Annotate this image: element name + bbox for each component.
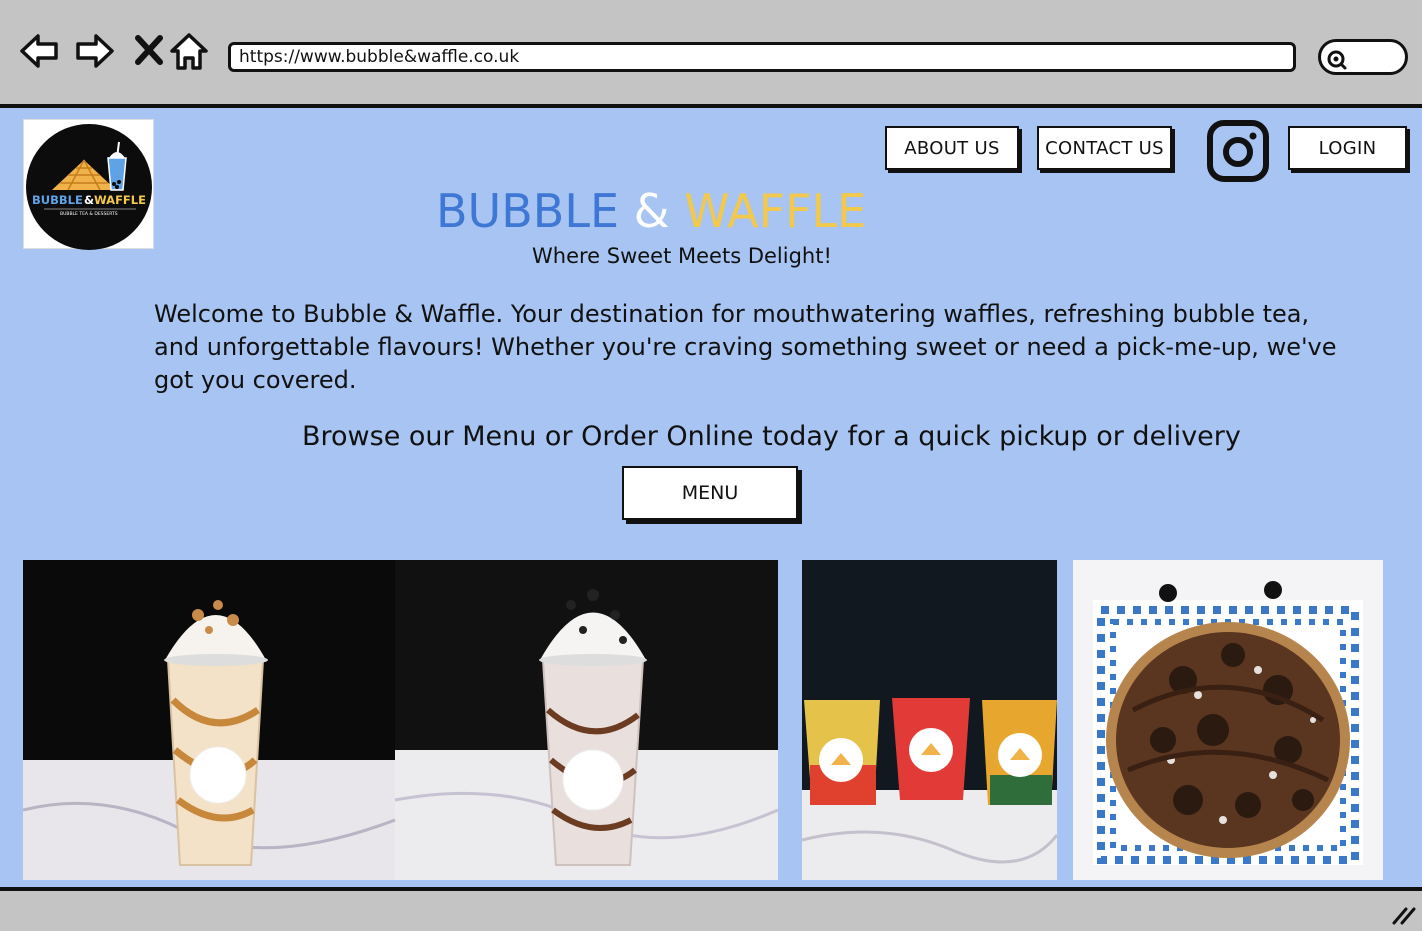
logo[interactable]: BUBBLE & WAFFLE BUBBLE TEA & DESSERTS [23, 119, 154, 250]
waffle-photo [1073, 560, 1383, 880]
instagram-icon[interactable] [1206, 119, 1270, 183]
browser-chrome: https://www.bubble&waffle.co.uk [0, 0, 1422, 104]
welcome-text: Welcome to Bubble & Waffle. Your destina… [154, 300, 1337, 394]
page-title: BUBBLE & WAFFLE [436, 184, 866, 238]
brand-ampersand: & [633, 184, 670, 238]
about-us-button[interactable]: ABOUT US [885, 126, 1019, 170]
close-icon[interactable] [128, 30, 170, 72]
browser-status-bar [0, 891, 1422, 931]
back-arrow-icon[interactable] [18, 30, 60, 72]
svg-text:BUBBLE TEA & DESSERTS: BUBBLE TEA & DESSERTS [60, 211, 118, 217]
svg-text:WAFFLE: WAFFLE [94, 193, 146, 207]
brand-part-waffle: WAFFLE [684, 184, 867, 238]
search-icon [1327, 50, 1347, 70]
brand-part-bubble: BUBBLE [436, 184, 620, 238]
menu-button[interactable]: MENU [622, 466, 798, 520]
forward-arrow-icon[interactable] [74, 30, 116, 72]
login-button[interactable]: LOGIN [1288, 126, 1407, 170]
home-icon[interactable] [168, 30, 210, 72]
bubble-waffle-logo: BUBBLE & WAFFLE BUBBLE TEA & DESSERTS [26, 124, 152, 250]
svg-text:BUBBLE: BUBBLE [32, 193, 83, 207]
svg-text:&: & [84, 193, 94, 207]
resize-handle-icon[interactable] [1390, 905, 1416, 925]
milkshakes-photo [23, 560, 778, 880]
url-bar[interactable]: https://www.bubble&waffle.co.uk [228, 42, 1296, 72]
url-text: https://www.bubble&waffle.co.uk [239, 47, 520, 67]
tagline: Where Sweet Meets Delight! [532, 244, 832, 268]
contact-us-button[interactable]: CONTACT US [1037, 126, 1172, 170]
search-box[interactable] [1318, 39, 1408, 75]
browse-text: Browse our Menu or Order Online today fo… [302, 421, 1241, 452]
page-content: BUBBLE & WAFFLE BUBBLE TEA & DESSERTS AB… [0, 104, 1422, 891]
bubble-teas-photo [802, 560, 1057, 880]
